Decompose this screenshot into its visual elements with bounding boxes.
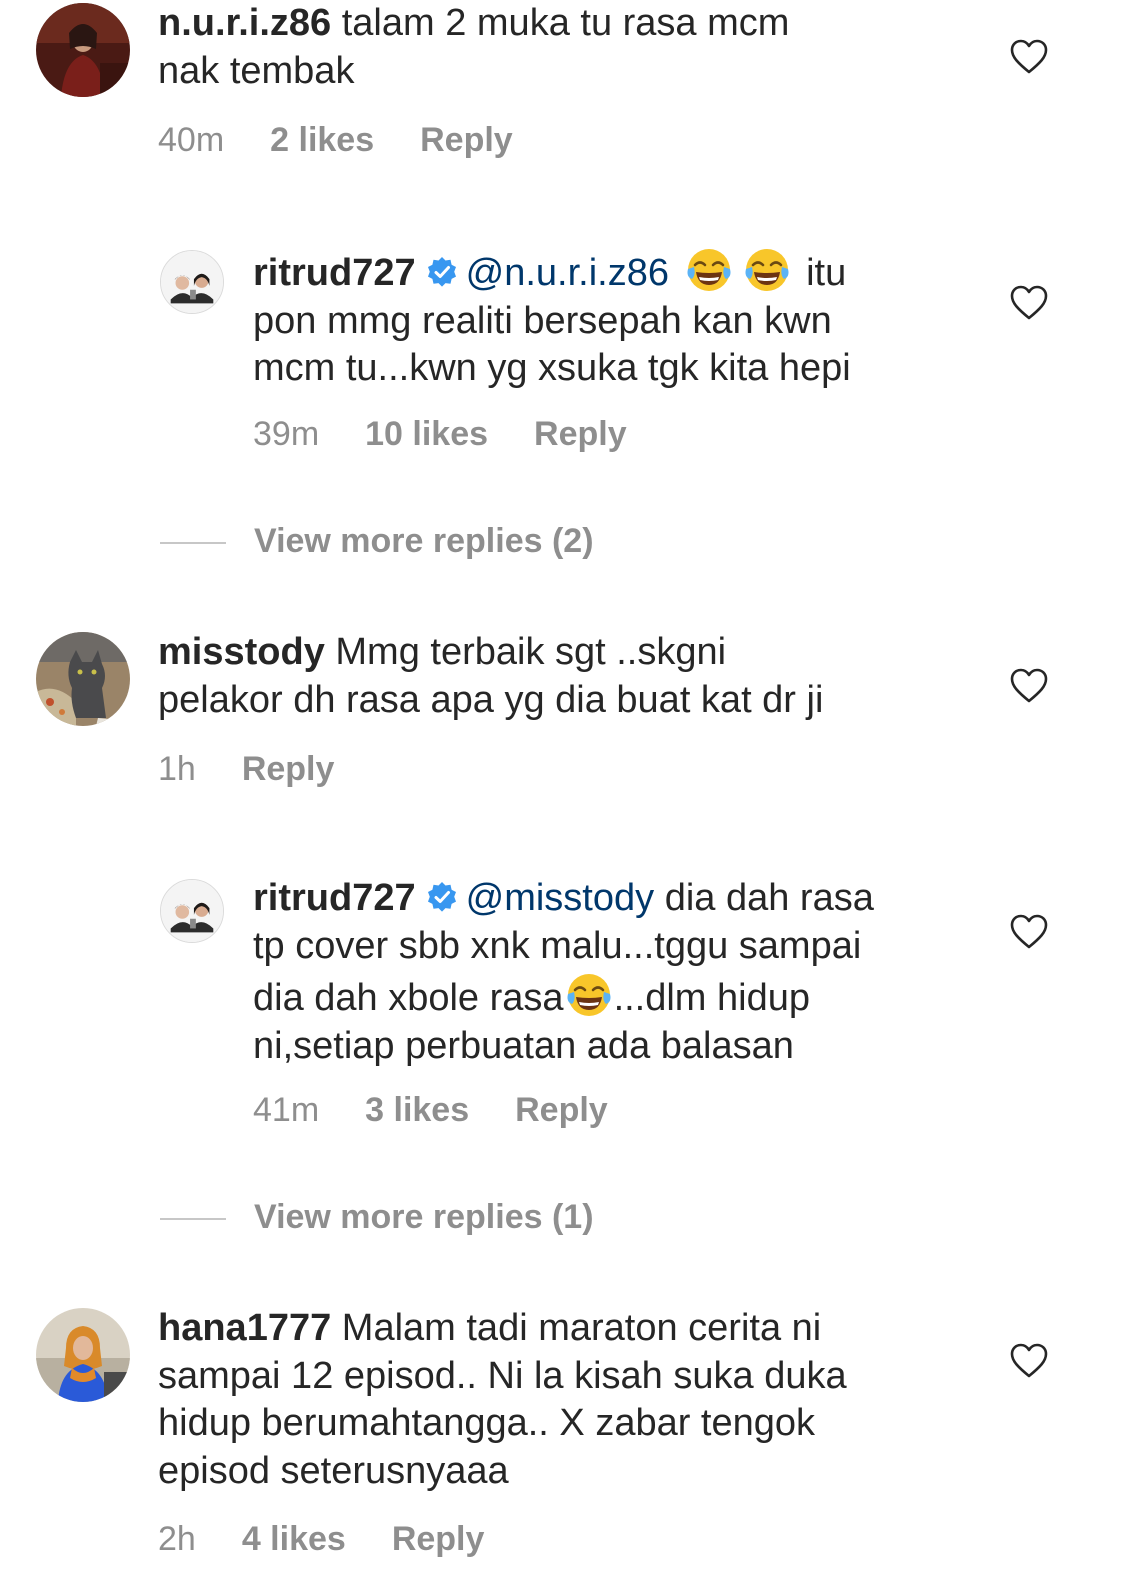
comment-text: ritrud727 @misstody dia dah rasa tp cover… <box>253 875 874 1070</box>
heart-icon[interactable] <box>1010 285 1048 321</box>
comment-time: 39m <box>253 415 320 453</box>
reply-button[interactable]: Reply <box>392 1520 485 1558</box>
view-more-replies-label: View more replies (2) <box>254 522 594 560</box>
reply-button[interactable]: Reply <box>515 1091 608 1129</box>
view-more-replies-label: View more replies (1) <box>254 1198 594 1236</box>
comment-body-line: talam 2 muka tu rasa mcm <box>341 2 790 44</box>
comment-body-line: dia dah rasa <box>664 877 874 919</box>
view-more-replies-button[interactable]: View more replies (1) <box>160 1198 594 1237</box>
avatar[interactable] <box>36 632 130 726</box>
comment-body-line: Mmg terbaik sgt ..skgni <box>335 631 727 673</box>
comment-body-line: nak tembak <box>158 49 355 92</box>
reply-button[interactable]: Reply <box>534 415 627 453</box>
divider <box>160 542 226 545</box>
avatar[interactable] <box>160 879 224 943</box>
comment-time: 2h <box>158 1520 196 1558</box>
verified-badge-icon <box>427 257 456 287</box>
mention-link[interactable]: @n.u.r.i.z86 <box>466 252 669 294</box>
comment-username[interactable]: ritrud727 <box>253 877 416 919</box>
heart-icon[interactable] <box>1010 1343 1048 1379</box>
comment-username[interactable]: ritrud727 <box>253 252 416 294</box>
comment-body-line: ...dlm hidup <box>613 977 811 1019</box>
comment-body-line: pelakor dh rasa apa yg dia buat kat dr j… <box>158 678 824 721</box>
reply-button[interactable]: Reply <box>420 121 513 159</box>
comment-time: 40m <box>158 121 225 159</box>
comment-meta: 39m 10 likes Reply <box>253 415 673 454</box>
comment-time: 1h <box>158 750 196 788</box>
comment-body-line: dia dah xbole rasa <box>253 977 564 1019</box>
heart-icon[interactable] <box>1010 914 1048 950</box>
comment-meta: 1h Reply <box>158 750 380 789</box>
comment-username[interactable]: n.u.r.i.z86 <box>158 2 331 44</box>
heart-icon[interactable] <box>1010 668 1048 704</box>
avatar[interactable] <box>36 3 130 97</box>
comment-likes[interactable]: 2 likes <box>270 121 374 159</box>
comment-body-line: itu <box>806 252 847 294</box>
comment-meta: 2h 4 likes Reply <box>158 1520 530 1559</box>
comment-body-line: tp cover sbb xnk malu...tggu sampai <box>253 924 862 967</box>
comment-username[interactable]: misstody <box>158 631 325 673</box>
avatar[interactable] <box>160 250 224 314</box>
tears-of-joy-emoji-icon <box>745 249 789 291</box>
tears-of-joy-emoji-icon <box>567 974 611 1016</box>
comment-time: 41m <box>253 1091 320 1129</box>
avatar[interactable] <box>36 1308 130 1402</box>
comment-meta: 41m 3 likes Reply <box>253 1091 654 1130</box>
comment-text: ritrud727 @n.u.r.i.z86 itu pon mmg realit… <box>253 245 851 393</box>
comment-likes[interactable]: 4 likes <box>242 1520 346 1558</box>
comment-username[interactable]: hana1777 <box>158 1307 331 1349</box>
comment-likes[interactable]: 3 likes <box>365 1091 469 1129</box>
comment-body-line: pon mmg realiti bersepah kan kwn <box>253 299 832 342</box>
heart-icon[interactable] <box>1010 39 1048 75</box>
divider <box>160 1218 226 1221</box>
comment-text: hana1777 Malam tadi maraton cerita ni sa… <box>158 1305 847 1495</box>
comment-body-line: sampai 12 episod.. Ni la kisah suka duka <box>158 1354 847 1397</box>
comment-text: misstody Mmg terbaik sgt ..skgni pelakor… <box>158 629 823 724</box>
mention-link[interactable]: @misstody <box>466 877 655 919</box>
comment-body-line: mcm tu...kwn yg xsuka tgk kita hepi <box>253 347 851 389</box>
reply-button[interactable]: Reply <box>242 750 335 788</box>
comment-meta: 40m 2 likes Reply <box>158 121 559 160</box>
comment-body-line: Malam tadi maraton cerita ni <box>341 1307 822 1349</box>
comment-body-line: episod seterusnyaaa <box>158 1449 509 1492</box>
comment-body-line: ni,setiap perbuatan ada balasan <box>253 1024 794 1067</box>
view-more-replies-button[interactable]: View more replies (2) <box>160 522 594 561</box>
comment-likes[interactable]: 10 likes <box>365 415 488 453</box>
comment-text: n.u.r.i.z86 talam 2 muka tu rasa mcm nak… <box>158 0 789 95</box>
tears-of-joy-emoji-icon <box>687 249 731 291</box>
verified-badge-icon <box>427 882 456 912</box>
comment-body-line: hidup berumahtangga.. X zabar tengok <box>158 1402 816 1444</box>
